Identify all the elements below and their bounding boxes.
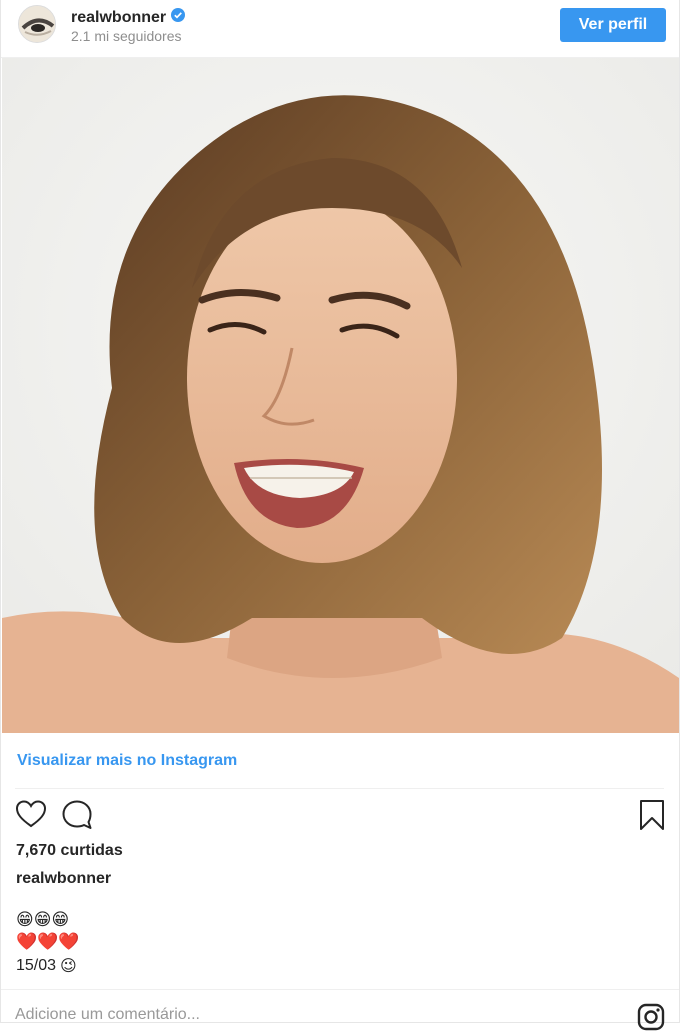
caption-date-line: 15/03 😉 (16, 956, 77, 975)
bookmark-icon[interactable] (639, 799, 665, 836)
followers-count: 2.1 mi seguidores (71, 28, 182, 44)
avatar[interactable] (18, 5, 56, 43)
username[interactable]: realwbonner (71, 9, 166, 27)
instagram-icon[interactable] (637, 1003, 665, 1036)
likes-count[interactable]: 7,670 curtidas (16, 842, 123, 860)
caption-username[interactable]: realwbonner (16, 870, 111, 888)
post-header: realwbonner 2.1 mi seguidores Ver perfil (1, 0, 679, 58)
username-row[interactable]: realwbonner (71, 8, 186, 27)
caption-emoji-line-2: ❤️❤️❤️ (16, 932, 80, 952)
verified-badge-icon (171, 8, 186, 27)
view-more-on-instagram-link[interactable]: Visualizar mais no Instagram (17, 752, 237, 770)
divider (15, 788, 664, 789)
heart-icon[interactable] (15, 799, 47, 834)
caption-date: 15/03 (16, 956, 57, 974)
comment-input[interactable] (15, 1006, 515, 1024)
post-photo[interactable] (2, 58, 679, 733)
caption-emoji-line-1: 😁😁😁 (16, 910, 70, 930)
wink-emoji: 😉 (60, 956, 77, 975)
instagram-embed-card: realwbonner 2.1 mi seguidores Ver perfil (0, 0, 680, 1031)
view-profile-button[interactable]: Ver perfil (560, 8, 666, 42)
comment-bar (1, 989, 679, 1031)
comment-icon[interactable] (61, 799, 93, 836)
